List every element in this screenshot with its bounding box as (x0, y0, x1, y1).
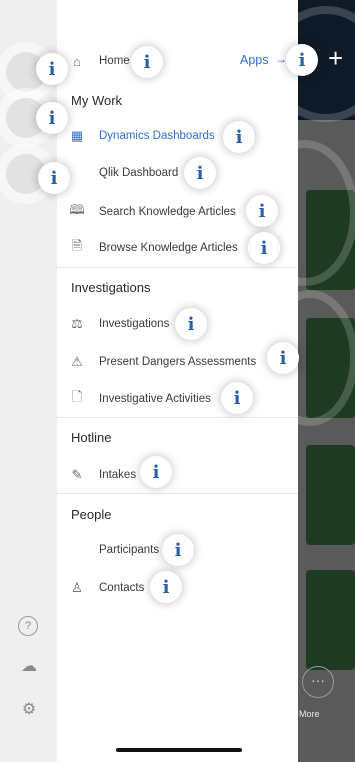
help-icon[interactable]: ? (18, 616, 38, 636)
nav-item-dynamics-dashboards[interactable]: ▦ Dynamics Dashboards (57, 121, 298, 151)
divider (57, 267, 298, 268)
info-badge[interactable]: i (221, 382, 253, 414)
nav-item-present-dangers-assessments[interactable]: ⚠ Present Dangers Assessments (57, 347, 298, 377)
info-badge[interactable]: i (140, 456, 172, 488)
dashboard-icon: ▦ (70, 128, 84, 143)
navigation-drawer: ⌂ Home Apps → My Work ▦ Dynamics Dashboa… (57, 0, 298, 762)
nav-item-investigative-activities[interactable]: 🗋 Investigative Activities (57, 384, 298, 414)
info-badge[interactable]: i (175, 308, 207, 340)
nav-item-label: Search Knowledge Articles (99, 206, 236, 218)
participants-icon (69, 542, 85, 558)
nav-item-label: Home (99, 55, 130, 67)
person-icon: ♙ (71, 580, 83, 595)
nav-item-qlik-dashboard[interactable]: Qlik Dashboard (57, 158, 298, 188)
home-indicator (116, 748, 242, 752)
screen: + ··· More ? ☁ ⚙ ⌂ Home Apps → My Work ▦… (0, 0, 355, 762)
info-badge[interactable]: i (267, 342, 299, 374)
info-badge[interactable]: i (150, 571, 182, 603)
nav-item-intakes[interactable]: ✎ Intakes (57, 460, 298, 490)
info-badge[interactable]: i (38, 162, 70, 194)
settings-icon[interactable]: ⚙ (18, 699, 40, 721)
nav-item-label: Present Dangers Assessments (99, 356, 257, 368)
nav-item-label: Contacts (99, 582, 145, 594)
more-label: More (299, 709, 320, 719)
info-badge[interactable]: i (36, 102, 68, 134)
nav-item-label: Browse Knowledge Articles (99, 242, 238, 254)
info-badge[interactable]: i (286, 44, 318, 76)
divider (57, 493, 298, 494)
file-icon: 🗋 (71, 389, 83, 404)
info-badge[interactable]: i (131, 46, 163, 78)
document-icon: 🗎 (71, 238, 83, 253)
divider (57, 417, 298, 418)
section-investigations: Investigations (71, 280, 151, 295)
background-card (306, 570, 355, 670)
nav-item-label: Participants (99, 544, 160, 556)
info-badge[interactable]: i (184, 157, 216, 189)
home-icon: ⌂ (73, 53, 81, 69)
cloud-icon[interactable]: ☁ (18, 656, 40, 678)
section-people: People (71, 507, 112, 522)
more-icon[interactable]: ··· (302, 666, 334, 698)
nav-item-label: Intakes (99, 469, 137, 481)
nav-item-label: Qlik Dashboard (99, 167, 179, 179)
section-hotline: Hotline (71, 430, 112, 445)
nav-item-label: Investigations (99, 318, 170, 330)
info-badge[interactable]: i (36, 53, 68, 85)
info-badge[interactable]: i (162, 534, 194, 566)
info-badge[interactable]: i (223, 121, 255, 153)
qlik-icon (69, 165, 85, 181)
background-card (306, 445, 355, 545)
book-icon: 🕮 (69, 202, 85, 217)
nav-item-label: Dynamics Dashboards (99, 130, 215, 142)
gavel-icon: ⚖ (71, 316, 83, 331)
section-my-work: My Work (71, 93, 123, 108)
apps-link[interactable]: Apps (240, 53, 269, 67)
nav-item-label: Investigative Activities (99, 393, 211, 405)
hazard-icon: ⚠ (71, 354, 83, 369)
info-badge[interactable]: i (248, 232, 280, 264)
edit-icon: ✎ (71, 467, 83, 482)
info-badge[interactable]: i (246, 195, 278, 227)
